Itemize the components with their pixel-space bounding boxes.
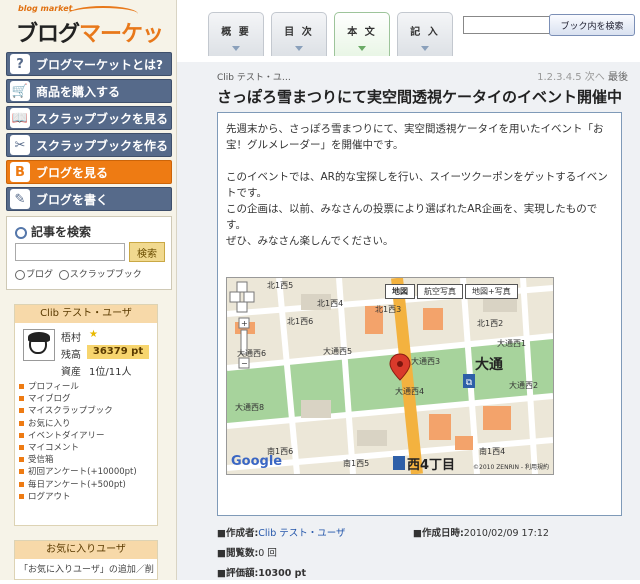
article-meta: ■作成者:Clib テスト・ユーザ ■作成日時:2010/02/09 17:12…: [217, 524, 622, 584]
chevron-down-icon: [295, 46, 303, 51]
link-my-comments[interactable]: マイコメント: [19, 442, 137, 454]
radio-scrapbook[interactable]: [58, 269, 69, 280]
link-my-scrapbook[interactable]: マイスクラップブック: [19, 405, 137, 417]
link-favorites[interactable]: お気に入り: [19, 418, 137, 430]
tab-body[interactable]: 本 文: [334, 12, 390, 56]
nav-label: ブログマーケットとは?: [36, 57, 163, 72]
scissors-icon: ✂: [10, 135, 30, 155]
tab-contents[interactable]: 目 次: [271, 12, 327, 56]
score-label: ■評価額:: [217, 568, 259, 579]
nav-label: ブログを見る: [36, 165, 109, 180]
left-sidebar: blog market ブログマーケット ? ブログマーケットとは? 🛒 商品を…: [0, 0, 177, 580]
pen-icon: ✎: [10, 189, 30, 209]
nav-view-blog[interactable]: B ブログを見る: [6, 160, 172, 184]
article-panel: 先週末から、さっぽろ雪まつりにて、実空間透視ケータイを用いたイベント「お宝！グル…: [217, 112, 622, 516]
link-inbox[interactable]: 受信箱: [19, 454, 137, 466]
favorite-users-panel: お気に入りユーザ 「お気に入りユーザ」の追加／削: [14, 540, 158, 580]
pager-links[interactable]: 1.2.3.4.5 次へ: [537, 72, 605, 83]
user-links: プロフィール マイブログ マイスクラップブック お気に入り イベントダイアリー …: [19, 381, 137, 503]
nav-make-scrapbook[interactable]: ✂ スクラップブックを作る: [6, 133, 172, 157]
page-title: さっぽろ雪まつりにて実空間透視ケータイのイベント開催中: [217, 88, 623, 106]
question-icon: ?: [10, 54, 30, 74]
user-panel-header: Clib テスト・ユーザ: [15, 305, 157, 323]
author-label: ■作成者:: [217, 528, 259, 539]
nav-label: 商品を購入する: [36, 84, 121, 99]
tab-overview[interactable]: 概 要: [208, 12, 264, 56]
pager-last[interactable]: 最後: [608, 72, 628, 83]
book-search-button[interactable]: ブック内を検索: [549, 14, 635, 36]
favorite-users-text[interactable]: 「お気に入りユーザ」の追加／削: [15, 559, 157, 578]
map-type-map[interactable]: 地図: [385, 284, 415, 299]
paragraph: [226, 153, 614, 169]
paragraph: このイベントでは、AR的な宝探しを行い、スイーツクーポンをゲットするイベントです…: [226, 171, 608, 199]
book-toolbar: 概 要 目 次 本 文 記 入 ブック内を検索: [177, 0, 640, 62]
nav-view-scrapbook[interactable]: 📖 スクラップブックを見る: [6, 106, 172, 130]
article-area: Clib テスト・ユ… 1.2.3.4.5 次へ 最後 さっぽろ雪まつりにて実空…: [177, 62, 640, 580]
search-input[interactable]: [15, 243, 125, 261]
embedded-map[interactable]: ⧉ + − 北1西5 北1西4 北1西3 北1西6 北1西2 大通西6 大通西5…: [226, 277, 554, 475]
search-title: 記事を検索: [15, 223, 91, 240]
nav-buy[interactable]: 🛒 商品を購入する: [6, 79, 172, 103]
nav-label: スクラップブックを作る: [36, 138, 169, 153]
link-my-blog[interactable]: マイブログ: [19, 393, 137, 405]
date-value: 2010/02/09 17:12: [463, 528, 549, 539]
meta-row: ■評価額:10300 pt: [217, 564, 622, 584]
article-body: 先週末から、さっぽろ雪まつりにて、実空間透視ケータイを用いたイベント「お宝！グル…: [226, 121, 614, 249]
score-value: 10300 pt: [258, 568, 306, 579]
logo-tagline: blog market: [18, 4, 73, 13]
blog-icon: B: [10, 162, 30, 182]
map-station-label: 大通: [475, 357, 503, 373]
nav-about[interactable]: ? ブログマーケットとは?: [6, 52, 172, 76]
link-logout[interactable]: ログアウト: [19, 491, 137, 503]
search-scope: ブログ スクラップブック: [15, 267, 142, 280]
paragraph: この企画は、以前、みなさんの投票により選ばれたAR企画を、実現したものです。: [226, 203, 598, 231]
map-type-aerial[interactable]: 航空写真: [417, 284, 463, 299]
avatar: [23, 329, 55, 361]
asset-value: 1位/11人: [89, 367, 132, 378]
book-search-input[interactable]: [463, 16, 551, 34]
link-profile[interactable]: プロフィール: [19, 381, 137, 393]
author-link[interactable]: Clib テスト・ユーザ: [258, 528, 345, 539]
breadcrumb[interactable]: Clib テスト・ユ…: [217, 70, 291, 83]
balance-value: 36379 pt: [87, 345, 149, 359]
site-logo[interactable]: blog market ブログマーケット: [8, 4, 168, 79]
chevron-down-icon: [232, 46, 240, 51]
meta-row: ■作成者:Clib テスト・ユーザ ■作成日時:2010/02/09 17:12: [217, 524, 622, 544]
radio-blog[interactable]: [15, 269, 25, 280]
meta-row: ■閲覧数:0 回: [217, 544, 622, 564]
chevron-down-icon: [421, 46, 429, 51]
tab-entry[interactable]: 記 入: [397, 12, 453, 56]
pagination: 1.2.3.4.5 次へ 最後: [537, 68, 628, 83]
map-type-hybrid[interactable]: 地図+写真: [465, 284, 518, 299]
google-logo[interactable]: Google: [231, 454, 282, 469]
book-icon: 📖: [10, 108, 30, 128]
map-station-label: 西4丁目: [407, 458, 456, 473]
date-label: ■作成日時:: [413, 528, 464, 539]
link-event-diary[interactable]: イベントダイアリー: [19, 430, 137, 442]
search-button[interactable]: 検索: [129, 242, 165, 262]
asset-label: 資産: [61, 367, 81, 378]
search-icon: [15, 226, 27, 239]
nav-label: スクラップブックを見る: [36, 111, 169, 126]
nav-label: ブログを書く: [36, 192, 109, 207]
user-panel: Clib テスト・ユーザ 梧村 ★ 残高 36379 pt 資産 1位/11人 …: [14, 304, 158, 526]
map-type-switcher: 地図 航空写真 地図+写真: [385, 284, 518, 299]
paragraph: 先週末から、さっぽろ雪まつりにて、実空間透視ケータイを用いたイベント「お宝！グル…: [226, 123, 604, 151]
views-value: 0 回: [258, 548, 277, 559]
favorite-users-header: お気に入りユーザ: [15, 541, 157, 559]
badge-icon: ★: [89, 329, 98, 340]
chevron-down-icon: [358, 46, 366, 51]
article-search-box: 記事を検索 検索 ブログ スクラップブック: [6, 216, 172, 290]
views-label: ■閲覧数:: [217, 548, 259, 559]
paragraph: ぜひ、みなさん楽しんでください。: [226, 235, 394, 247]
balance-label: 残高: [61, 350, 81, 361]
user-name: 梧村: [61, 333, 81, 344]
map-copyright[interactable]: ©2010 ZENRIN - 利用規約: [473, 462, 549, 471]
link-daily-survey[interactable]: 毎日アンケート(+500pt): [19, 479, 137, 491]
link-first-survey[interactable]: 初回アンケート(+10000pt): [19, 466, 137, 478]
nav-write-blog[interactable]: ✎ ブログを書く: [6, 187, 172, 211]
map-labels: 北1西5 北1西4 北1西3 北1西6 北1西2 大通西6 大通西5 大通西3 …: [235, 281, 539, 473]
cart-icon: 🛒: [10, 81, 30, 101]
